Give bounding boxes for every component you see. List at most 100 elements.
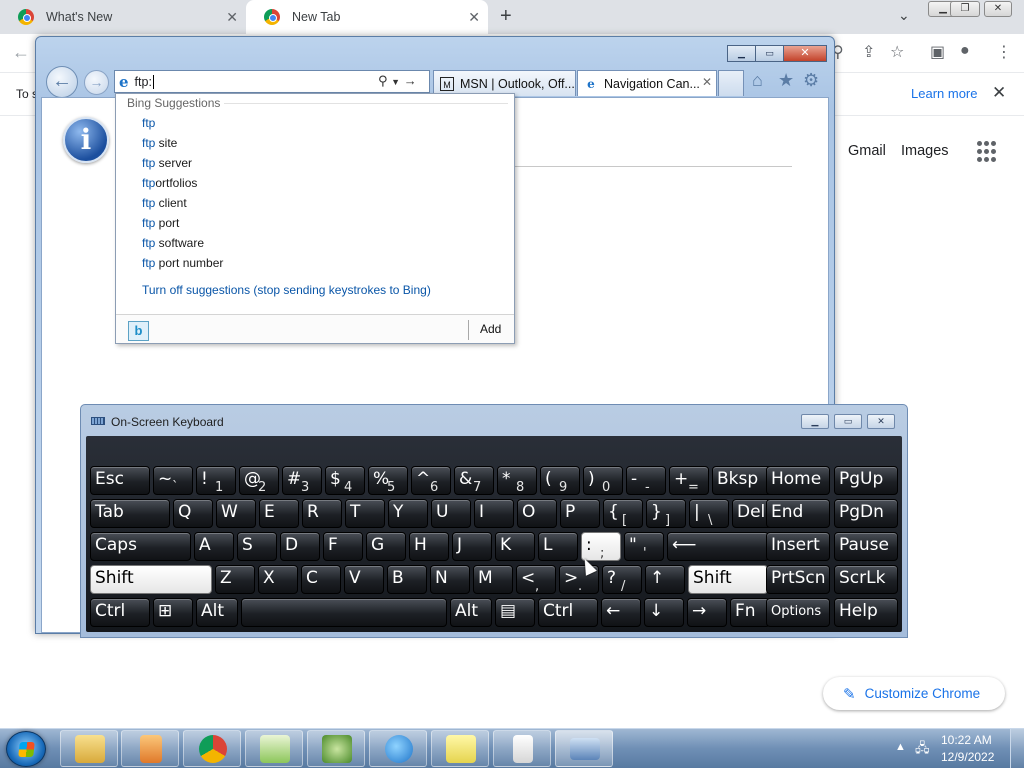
ie-new-tab-button[interactable] xyxy=(718,70,744,96)
key-lshift[interactable]: Shift xyxy=(90,565,212,594)
key-lctrl[interactable]: Ctrl xyxy=(90,598,150,627)
taskbar-chart-app-button[interactable] xyxy=(245,730,303,767)
more-menu-icon[interactable]: ⋮ xyxy=(996,42,1012,62)
key-backslash[interactable]: | \ xyxy=(689,499,729,528)
key-5[interactable]: % 5 xyxy=(368,466,408,495)
key-s[interactable]: S xyxy=(237,532,277,561)
suggestion-item[interactable]: ftp site xyxy=(142,135,223,155)
key-m[interactable]: M xyxy=(473,565,513,594)
key-0[interactable]: ) 0 xyxy=(583,466,623,495)
address-input-value[interactable]: ftp: xyxy=(135,75,152,89)
key-caps[interactable]: Caps xyxy=(90,532,191,561)
key-fn[interactable]: Fn xyxy=(730,598,770,627)
back-arrow-icon[interactable]: ← xyxy=(12,42,30,63)
osk-title-bar[interactable]: On-Screen Keyboard ▁ ▭ ✕ xyxy=(81,405,907,435)
search-icon[interactable]: ⚲ xyxy=(378,73,388,88)
start-button[interactable] xyxy=(6,731,46,767)
customize-chrome-button[interactable]: ✎ Customize Chrome xyxy=(823,677,1005,710)
key-6[interactable]: ^ 6 xyxy=(411,466,451,495)
key-down[interactable]: ↓ xyxy=(644,598,684,627)
key-space[interactable] xyxy=(241,598,447,627)
show-desktop-button[interactable] xyxy=(1010,729,1024,768)
share-icon[interactable]: ⇪ xyxy=(862,42,875,62)
network-icon[interactable]: 🖧 xyxy=(915,739,930,761)
taskbar-internet-explorer-button[interactable] xyxy=(369,730,427,767)
side-panel-icon[interactable]: ▣ xyxy=(930,42,945,62)
learn-more-link[interactable]: Learn more xyxy=(911,86,977,101)
key-minus[interactable]: -- xyxy=(626,466,666,495)
key-options[interactable]: Options xyxy=(766,598,830,627)
key-b[interactable]: B xyxy=(387,565,427,594)
key-esc[interactable]: Esc xyxy=(90,466,150,495)
key-lalt[interactable]: Alt xyxy=(196,598,238,627)
key-t[interactable]: T xyxy=(345,499,385,528)
key-w[interactable]: W xyxy=(216,499,256,528)
key-g[interactable]: G xyxy=(366,532,406,561)
close-icon[interactable]: ✕ xyxy=(992,83,1006,103)
key-o[interactable]: O xyxy=(517,499,557,528)
taskbar-osk-button[interactable] xyxy=(555,730,613,767)
key-slash[interactable]: ? / xyxy=(602,565,642,594)
suggestion-item[interactable]: ftp client xyxy=(142,195,223,215)
key-x[interactable]: X xyxy=(258,565,298,594)
maximize-icon[interactable]: ▭ xyxy=(755,45,783,62)
show-hidden-icons-icon[interactable]: ▲ xyxy=(895,741,906,753)
clock-date[interactable]: 12/9/2022 xyxy=(941,750,994,764)
key-menu[interactable]: ▤ xyxy=(495,598,535,627)
add-provider-button[interactable]: Add xyxy=(480,322,501,336)
ie-forward-arrow-icon[interactable]: → xyxy=(84,70,109,95)
key-f[interactable]: F xyxy=(323,532,363,561)
suggestion-item[interactable]: ftp port xyxy=(142,215,223,235)
suggestion-item[interactable]: ftp server xyxy=(142,155,223,175)
favorites-star-icon[interactable]: ★ xyxy=(778,70,794,91)
key-k[interactable]: K xyxy=(495,532,535,561)
chrome-tab-new-tab[interactable]: New Tab ✕ xyxy=(246,0,488,34)
key-right[interactable]: → xyxy=(687,598,727,627)
close-window-icon[interactable]: ✕ xyxy=(867,414,895,429)
images-link[interactable]: Images xyxy=(901,143,949,159)
key-l[interactable]: L xyxy=(538,532,578,561)
key-r[interactable]: R xyxy=(302,499,342,528)
key-home[interactable]: Home xyxy=(766,466,830,495)
key-3[interactable]: #3 xyxy=(282,466,322,495)
close-icon[interactable]: ✕ xyxy=(468,9,480,26)
ie-tab-navigation-canceled[interactable]: e Navigation Can... ✕ xyxy=(577,70,717,96)
profile-avatar-icon[interactable]: ● xyxy=(960,42,970,60)
taskbar-explorer-button[interactable] xyxy=(60,730,118,767)
taskbar-sticky-notes-button[interactable] xyxy=(431,730,489,767)
key-2[interactable]: @2 xyxy=(239,466,279,495)
key-pgup[interactable]: PgUp xyxy=(834,466,898,495)
close-window-icon[interactable]: ✕ xyxy=(783,45,827,62)
suggestion-item[interactable]: ftp software xyxy=(142,235,223,255)
go-arrow-icon[interactable]: → xyxy=(404,73,417,88)
key-d[interactable]: D xyxy=(280,532,320,561)
restore-icon[interactable]: ❐ xyxy=(950,1,980,17)
key-prtscn[interactable]: PrtScn xyxy=(766,565,830,594)
bookmark-star-icon[interactable]: ☆ xyxy=(890,42,904,62)
key-u[interactable]: U xyxy=(431,499,471,528)
maximize-icon[interactable]: ▭ xyxy=(834,414,862,429)
close-tab-icon[interactable]: ✕ xyxy=(702,75,712,89)
home-icon[interactable]: ⌂ xyxy=(752,70,763,91)
key-7[interactable]: & 7 xyxy=(454,466,494,495)
key-pgdn[interactable]: PgDn xyxy=(834,499,898,528)
bing-logo-icon[interactable]: b xyxy=(128,321,149,341)
tools-gear-icon[interactable]: ⚙ xyxy=(803,70,819,91)
key-help[interactable]: Help xyxy=(834,598,898,627)
key-win[interactable]: ⊞ xyxy=(153,598,193,627)
chrome-tab-whats-new[interactable]: What's New ✕ xyxy=(0,0,246,34)
gmail-link[interactable]: Gmail xyxy=(848,143,886,159)
taskbar-chrome-button[interactable] xyxy=(183,730,241,767)
key-pause[interactable]: Pause xyxy=(834,532,898,561)
key-8[interactable]: * 8 xyxy=(497,466,537,495)
key-q[interactable]: Q xyxy=(173,499,213,528)
dropdown-arrow-icon[interactable]: ▼ xyxy=(391,77,400,87)
key-rbracket[interactable]: }] xyxy=(646,499,686,528)
key-ralt[interactable]: Alt xyxy=(450,598,492,627)
taskbar-recorder-button[interactable] xyxy=(307,730,365,767)
ie-back-arrow-icon[interactable]: ← xyxy=(46,66,78,98)
taskbar-media-player-button[interactable] xyxy=(121,730,179,767)
key-n[interactable]: N xyxy=(430,565,470,594)
key-4[interactable]: $4 xyxy=(325,466,365,495)
key-9[interactable]: (9 xyxy=(540,466,580,495)
